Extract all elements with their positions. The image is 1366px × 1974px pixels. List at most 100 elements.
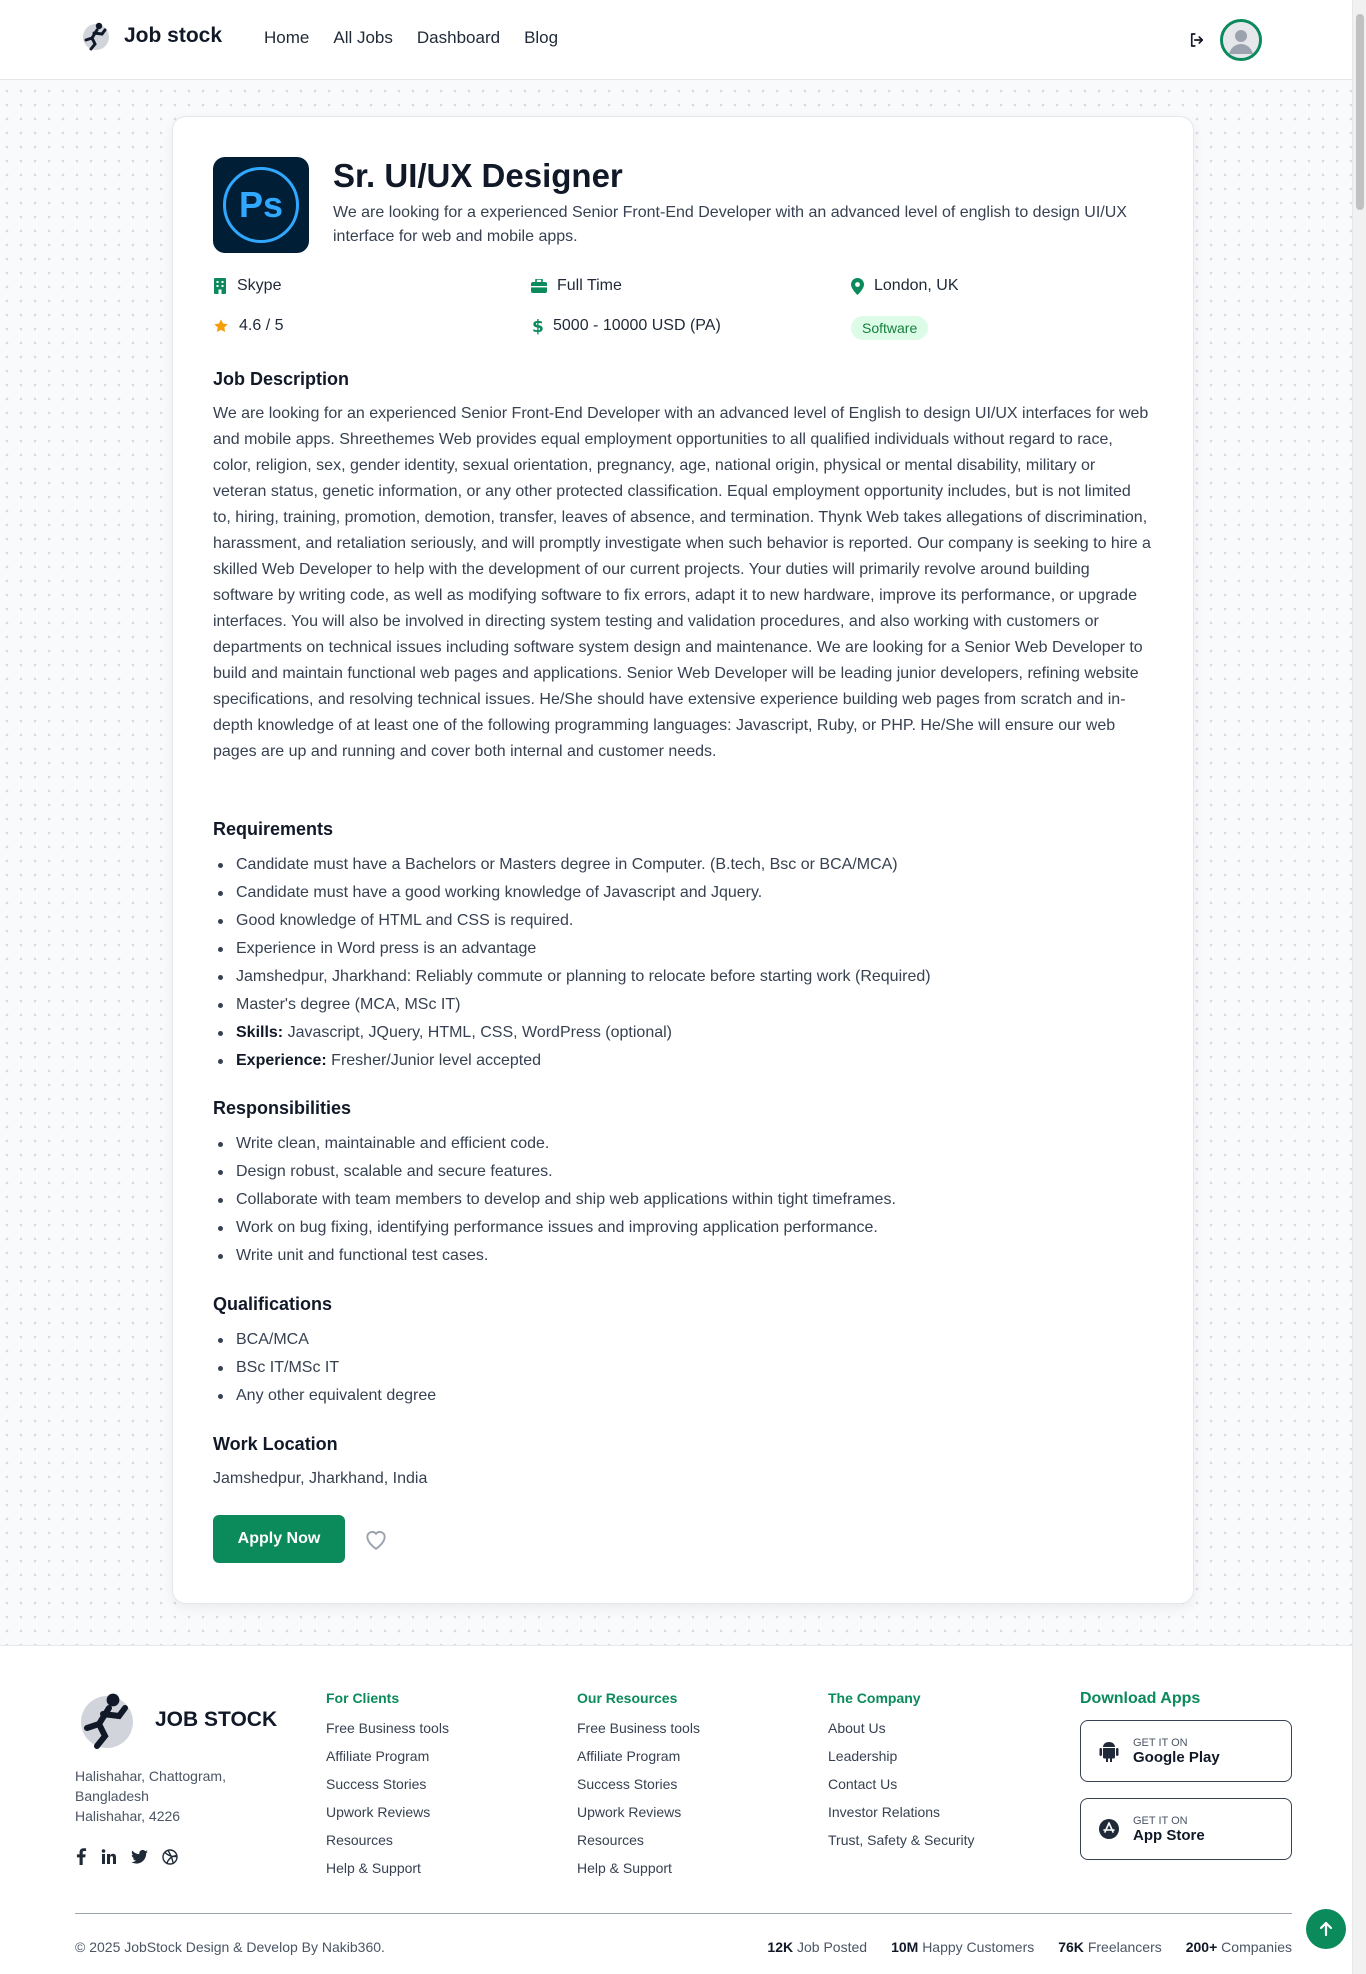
store-caption: GET IT ON [1133, 1814, 1188, 1827]
salary-label: 5000 - 10000 USD (PA) [553, 317, 721, 334]
job-header: Ps Sr. UI/UX Designer We are looking for… [213, 157, 1153, 253]
site-footer: JOB STOCK Halishahar, Chattogram, Bangla… [0, 1645, 1352, 1974]
store-caption: GET IT ON [1133, 1736, 1188, 1749]
social-links [75, 1848, 178, 1865]
experience-label: Experience: [236, 1052, 327, 1069]
list-item: Write clean, maintainable and efficient … [213, 1130, 1153, 1158]
job-location: London, UK [851, 277, 959, 295]
runner-logo-icon [81, 1693, 133, 1749]
stat-label: Happy Customers [922, 1939, 1035, 1955]
footer-link[interactable]: Help & Support [577, 1854, 700, 1882]
dollar-icon: $ [532, 317, 543, 335]
download-apps: Download Apps GET IT ON Google Play GET … [1080, 1690, 1292, 1876]
footer-col-company: The Company About Us Leadership Contact … [828, 1690, 975, 1854]
stat-label: Freelancers [1087, 1939, 1162, 1955]
footer-address: Halishahar, Chattogram, Bangladesh Halis… [75, 1766, 275, 1826]
google-play-button[interactable]: GET IT ON Google Play [1080, 1720, 1292, 1782]
stat-item: 76K Freelancers [1058, 1939, 1162, 1955]
requirements-heading: Requirements [213, 819, 334, 839]
dribbble-icon[interactable] [162, 1848, 178, 1865]
footer-link[interactable]: Contact Us [828, 1770, 975, 1798]
job-category: Software [851, 316, 929, 340]
scroll-to-top-button[interactable] [1306, 1909, 1346, 1949]
footer-link[interactable]: Investor Relations [828, 1798, 975, 1826]
responsibilities-list: Write clean, maintainable and efficient … [213, 1130, 1153, 1270]
svg-text:$: $ [532, 317, 543, 335]
facebook-icon[interactable] [75, 1848, 87, 1865]
company-rating: 4.6 / 5 [213, 317, 283, 335]
footer-link[interactable]: Free Business tools [326, 1714, 449, 1742]
stat-value: 200+ [1185, 1939, 1218, 1955]
list-item: Design robust, scalable and secure featu… [213, 1158, 1153, 1186]
skills-label: Skills: [236, 1024, 284, 1041]
footer-stats: 12K Job Posted 10M Happy Customers 76K F… [767, 1939, 1292, 1955]
list-item: Master's degree (MCA, MSc IT) [213, 991, 1153, 1019]
address-line: Halishahar, 4226 [75, 1808, 181, 1824]
scrollbar-thumb[interactable] [1356, 14, 1364, 210]
stat-value: 12K [767, 1939, 794, 1955]
android-icon [1099, 1742, 1119, 1762]
copyright-text: © 2025 JobStock Design & Develop By Naki… [75, 1939, 385, 1955]
footer-link[interactable]: Resources [326, 1826, 449, 1854]
app-store-button[interactable]: GET IT ON App Store [1080, 1798, 1292, 1860]
footer-brand-name: JOB STOCK [155, 1708, 278, 1731]
job-type: Full Time [531, 277, 622, 295]
footer-link[interactable]: Help & Support [326, 1854, 449, 1882]
footer-link[interactable]: Resources [577, 1826, 700, 1854]
runner-logo-icon [83, 22, 109, 51]
footer-col-heading: The Company [828, 1690, 921, 1706]
footer-link[interactable]: Success Stories [326, 1770, 449, 1798]
qualifications-list: BCA/MCA BSc IT/MSc IT Any other equivale… [213, 1326, 1153, 1410]
stat-item: 12K Job Posted [767, 1939, 867, 1955]
work-location-text: Jamshedpur, Jharkhand, India [213, 1470, 428, 1487]
stat-value: 10M [891, 1939, 919, 1955]
list-item: Experience: Fresher/Junior level accepte… [213, 1047, 1153, 1075]
footer-link[interactable]: Success Stories [577, 1770, 700, 1798]
brand-logo-link[interactable]: Job stock [80, 20, 222, 52]
user-icon [1223, 22, 1259, 58]
requirements-section: Requirements Candidate must have a Bache… [213, 819, 1153, 1075]
apply-now-button[interactable]: Apply Now [213, 1515, 345, 1563]
category-chip[interactable]: Software [851, 316, 929, 340]
footer-link[interactable]: About Us [828, 1714, 975, 1742]
app-store-icon [1099, 1819, 1119, 1839]
footer-divider [75, 1913, 1292, 1914]
list-item: Work on bug fixing, identifying performa… [213, 1214, 1153, 1242]
footer-col-clients: For Clients Free Business tools Affiliat… [326, 1690, 449, 1882]
footer-brand[interactable]: JOB STOCK [75, 1690, 277, 1750]
stat-item: 200+ Companies [1186, 1939, 1292, 1955]
rating-label: 4.6 / 5 [239, 317, 284, 334]
footer-link[interactable]: Upwork Reviews [577, 1798, 700, 1826]
job-meta: Skype Full Time London, UK 4.6 / 5 $ 500… [213, 277, 1153, 357]
logout-icon[interactable] [1188, 31, 1206, 49]
job-salary: $ 5000 - 10000 USD (PA) [531, 317, 721, 335]
building-icon [214, 278, 226, 294]
heart-icon[interactable] [363, 1527, 389, 1551]
footer-link[interactable]: Affiliate Program [326, 1742, 449, 1770]
footer-link[interactable]: Trust, Safety & Security [828, 1826, 975, 1854]
nav-home[interactable]: Home [264, 28, 309, 48]
linkedin-icon[interactable] [101, 1848, 117, 1865]
list-item: Experience in Word press is an advantage [213, 935, 1153, 963]
job-description-section: Job Description We are looking for an ex… [213, 369, 1153, 765]
list-item: BCA/MCA [213, 1326, 1153, 1354]
twitter-icon[interactable] [131, 1849, 148, 1864]
location-label: London, UK [874, 277, 959, 294]
footer-link[interactable]: Affiliate Program [577, 1742, 700, 1770]
list-item: BSc IT/MSc IT [213, 1354, 1153, 1382]
nav-dashboard[interactable]: Dashboard [417, 28, 500, 48]
user-avatar[interactable] [1220, 19, 1262, 61]
stat-label: Job Posted [797, 1939, 868, 1955]
list-item: Candidate must have a good working knowl… [213, 879, 1153, 907]
footer-link[interactable]: Free Business tools [577, 1714, 700, 1742]
store-name: Google Play [1133, 1748, 1220, 1766]
footer-link[interactable]: Upwork Reviews [326, 1798, 449, 1826]
requirements-list: Candidate must have a Bachelors or Maste… [213, 851, 1153, 1075]
nav-all-jobs[interactable]: All Jobs [333, 28, 393, 48]
nav-blog[interactable]: Blog [524, 28, 558, 48]
footer-link[interactable]: Leadership [828, 1742, 975, 1770]
description-text: We are looking for an experienced Senior… [213, 405, 1151, 760]
top-navbar: Job stock Home All Jobs Dashboard Blog [0, 0, 1352, 80]
company-name: Skype [213, 277, 281, 295]
page-scrollbar[interactable] [1352, 0, 1366, 1974]
